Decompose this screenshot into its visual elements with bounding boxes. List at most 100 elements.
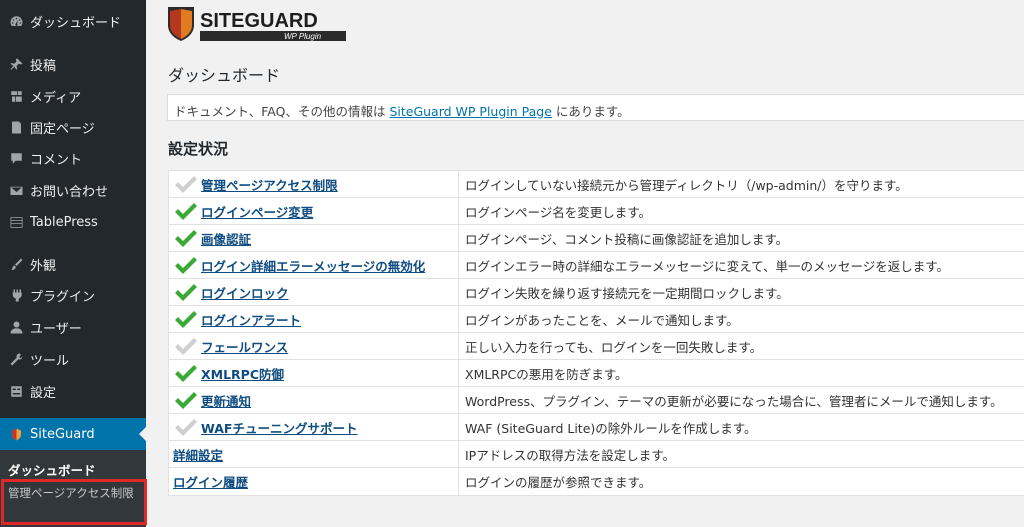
feature-description: 正しい入力を行っても、ログインを一回失敗します。 [465,339,763,355]
sidebar-item-siteguard[interactable]: SiteGuard [0,418,146,450]
feature-cell: ログインロック [169,279,459,305]
sidebar-item-tools[interactable]: ツール [0,345,146,373]
feature-cell: XMLRPC防御 [169,360,459,386]
feature-link[interactable]: WAFチューニングサポート [201,418,357,437]
feature-description: IPアドレスの取得方法を設定します。 [465,447,675,463]
feature-link[interactable]: 画像認証 [201,229,251,248]
sidebar-item-dashboard[interactable]: ダッシュボード [0,7,146,35]
sidebar-item-label: ダッシュボード [30,15,122,31]
sidebar-item-pages[interactable]: 固定ページ [0,113,146,141]
sidebar-item-appearance[interactable]: 外観 [0,250,146,278]
feature-link[interactable]: XMLRPC防御 [201,364,284,383]
feature-cell: フェールワンス [169,333,459,359]
table-row: ログインページ変更 ログインページ名を変更します。 [169,198,1024,225]
table-row: ログイン履歴 ログインの履歴が参照できます。 [169,468,1024,495]
feature-link[interactable]: 詳細設定 [173,445,223,464]
pin-icon [0,57,30,72]
feature-link[interactable]: ログインページ変更 [201,202,313,221]
notice-suffix: にあります。 [555,104,630,119]
feature-link[interactable]: ログイン詳細エラーメッセージの無効化 [201,256,425,275]
feature-cell: ログインアラート [169,306,459,332]
table-row: XMLRPC防御 XMLRPCの悪用を防ぎます。 [169,360,1024,387]
page-title: ダッシュボード [168,66,281,85]
table-row: 詳細設定 IPアドレスの取得方法を設定します。 [169,441,1024,468]
sidebar-item-label: プラグイン [30,289,96,305]
check-enabled-icon [173,200,201,222]
notice-prefix: ドキュメント、FAQ、その他の情報は [174,104,386,119]
check-disabled-icon [173,173,201,195]
sidebar-item-posts[interactable]: 投稿 [0,50,146,78]
feature-cell: 管理ページアクセス制限 [169,171,459,197]
sidebar-item-settings[interactable]: 設定 [0,377,146,405]
sidebar-item-label: 設定 [30,385,57,401]
user-icon [0,320,30,335]
sidebar-item-label: TablePress [30,214,98,230]
sidebar-item-comments[interactable]: コメント [0,144,146,172]
table-row: フェールワンス 正しい入力を行っても、ログインを一回失敗します。 [169,333,1024,360]
check-enabled-icon [173,389,201,411]
feature-link[interactable]: ログイン履歴 [173,472,248,491]
submenu-item-dashboard[interactable]: ダッシュボード [8,460,96,479]
feature-description: ログイン失敗を繰り返す接続元を一定期間ロックします。 [465,285,789,301]
table-row: ログインアラート ログインがあったことを、メールで通知します。 [169,306,1024,333]
logo-brand-text: SITEGUARD [200,10,318,32]
table-row: ログイン詳細エラーメッセージの無効化 ログインエラー時の詳細なエラーメッセージに変… [169,252,1024,279]
siteguard-submenu: ダッシュボード 管理ページアクセス制限 [0,450,147,527]
feature-link[interactable]: 管理ページアクセス制限 [201,175,338,194]
notice-bar: ドキュメント、FAQ、その他の情報は SiteGuard WP Plugin P… [167,94,1024,121]
settings-icon [0,384,30,399]
check-enabled-icon [173,362,201,384]
siteguard-shield-icon [0,427,30,442]
plugin-icon [0,288,30,303]
wrench-icon [0,352,30,367]
feature-description: WAF (SiteGuard Lite)の除外ルールを作成します。 [465,420,757,436]
sidebar-item-contact[interactable]: お問い合わせ [0,176,146,204]
sidebar-item-label: 投稿 [30,58,57,74]
feature-description: ログインの履歴が参照できます。 [465,475,652,490]
status-section-title: 設定状況 [168,140,229,158]
sidebar-item-label: SiteGuard [30,426,95,442]
feature-description: WordPress、プラグイン、テーマの更新が必要になった場合に、管理者にメール… [465,393,1003,409]
sidebar-item-label: ツール [30,353,70,369]
mail-icon [0,183,30,198]
table-row: WAFチューニングサポート WAF (SiteGuard Lite)の除外ルールを… [169,414,1024,441]
feature-description: XMLRPCの悪用を防ぎます。 [465,366,628,382]
brush-icon [0,257,30,272]
feature-link[interactable]: フェールワンス [201,337,288,356]
sidebar-item-label: 外観 [30,258,57,274]
table-row: 管理ページアクセス制限 ログインしていない接続元から管理ディレクトリ（/wp-ad… [169,171,1024,198]
sidebar-item-plugins[interactable]: プラグイン [0,281,146,309]
comment-icon [0,151,30,166]
feature-description: ログインページ、コメント投稿に画像認証を追加します。 [465,231,789,247]
feature-cell: 画像認証 [169,225,459,251]
sidebar-item-label: コメント [30,152,83,168]
sidebar-item-media[interactable]: メディア [0,82,146,110]
feature-cell: WAFチューニングサポート [169,414,459,440]
check-disabled-icon [173,335,201,357]
check-enabled-icon [173,308,201,330]
feature-link[interactable]: ログインアラート [201,310,301,329]
feature-description: ログインがあったことを、メールで通知します。 [465,312,739,328]
dashboard-icon [0,14,30,29]
siteguard-logo: SITEGUARD WP Plugin [166,5,348,43]
feature-cell: ログイン詳細エラーメッセージの無効化 [169,252,459,278]
feature-link[interactable]: 更新通知 [201,391,251,410]
sidebar-item-tablepress[interactable]: TablePress [0,208,146,236]
check-enabled-icon [173,227,201,249]
table-row: ログインロック ログイン失敗を繰り返す接続元を一定期間ロックします。 [169,279,1024,306]
feature-cell: 詳細設定 [169,441,459,467]
table-row: 更新通知 WordPress、プラグイン、テーマの更新が必要になった場合に、管理者… [169,387,1024,414]
sidebar-item-label: メディア [30,90,82,106]
submenu-item-admin-page-access[interactable]: 管理ページアクセス制限 [1,479,147,525]
sidebar-item-label: 固定ページ [30,121,95,137]
plugin-page-link[interactable]: SiteGuard WP Plugin Page [389,104,551,119]
feature-description: ログインエラー時の詳細なエラーメッセージに変えて、単一のメッセージを返します。 [465,258,950,274]
sidebar-item-users[interactable]: ユーザー [0,313,146,341]
sidebar-item-label: お問い合わせ [30,184,109,200]
feature-link[interactable]: ログインロック [201,283,289,302]
media-icon [0,89,30,104]
feature-description: ログインしていない接続元から管理ディレクトリ（/wp-admin/）を守ります。 [465,177,908,193]
page-icon [0,120,30,135]
status-table: 管理ページアクセス制限 ログインしていない接続元から管理ディレクトリ（/wp-ad… [168,170,1024,496]
feature-cell: ログイン履歴 [169,468,459,495]
